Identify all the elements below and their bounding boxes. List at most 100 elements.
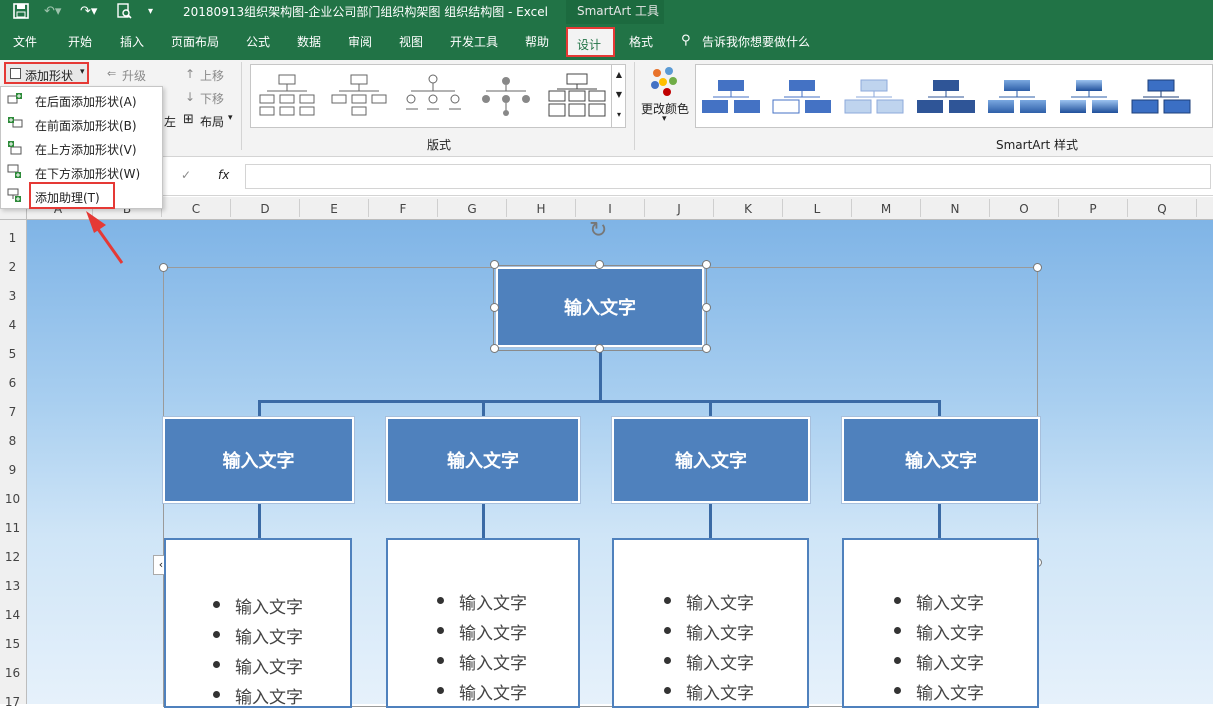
bullet-item[interactable]: 输入文字 xyxy=(437,679,527,704)
gallery-scroll[interactable]: ▲ ▼ ▾ xyxy=(611,65,626,127)
style-thumb-intense[interactable] xyxy=(986,79,1048,115)
bullet-item[interactable]: 输入文字 xyxy=(213,683,303,708)
move-up-button[interactable]: 上移 xyxy=(200,67,224,84)
bullet-item[interactable]: 输入文字 xyxy=(894,589,984,614)
top-node[interactable]: 输入文字 xyxy=(496,267,704,347)
resize-handle[interactable] xyxy=(490,260,499,269)
bullet-item[interactable]: 输入文字 xyxy=(437,649,527,674)
style-thumb-simple[interactable] xyxy=(700,79,762,115)
level2-node[interactable]: 输入文字 xyxy=(612,417,810,503)
style-thumb-cartoon[interactable] xyxy=(1130,79,1192,115)
bullet-item[interactable]: 输入文字 xyxy=(213,593,303,618)
menu-item-add-below[interactable]: 在下方添加形状(W) xyxy=(1,160,162,184)
column-header[interactable]: N xyxy=(945,202,965,216)
menu-item-add-after[interactable]: 在后面添加形状(A) xyxy=(1,88,162,112)
customize-qat-icon[interactable]: ▾ xyxy=(148,3,153,21)
confirm-icon[interactable]: ✓ xyxy=(181,168,191,182)
tab-review[interactable]: 审阅 xyxy=(348,35,372,49)
formula-input[interactable] xyxy=(245,164,1211,189)
column-header[interactable]: M xyxy=(876,202,896,216)
level2-node[interactable]: 输入文字 xyxy=(163,417,354,503)
bullet-item[interactable]: 输入文字 xyxy=(664,649,754,674)
row-header[interactable]: 10 xyxy=(0,492,25,506)
row-header[interactable]: 15 xyxy=(0,637,25,651)
row-header[interactable]: 14 xyxy=(0,608,25,622)
column-header[interactable]: D xyxy=(255,202,275,216)
tab-file[interactable]: 文件 xyxy=(13,35,37,49)
column-header[interactable]: C xyxy=(186,202,206,216)
row-header[interactable]: 4 xyxy=(0,318,25,332)
row-header[interactable]: 12 xyxy=(0,550,25,564)
row-header[interactable]: 5 xyxy=(0,347,25,361)
tab-format[interactable]: 格式 xyxy=(629,35,653,49)
bullet-item[interactable]: 输入文字 xyxy=(437,619,527,644)
resize-handle[interactable] xyxy=(490,303,499,312)
bullet-box[interactable]: 输入文字 输入文字 输入文字 输入文字 xyxy=(612,538,809,708)
layout-thumb-labeled-hierarchy[interactable] xyxy=(547,73,607,119)
column-header[interactable]: F xyxy=(393,202,413,216)
level2-node[interactable]: 输入文字 xyxy=(386,417,580,503)
layout-thumb-circle-picture[interactable] xyxy=(403,73,463,119)
bullet-item[interactable]: 输入文字 xyxy=(213,623,303,648)
style-thumb-white-outline[interactable] xyxy=(771,79,833,115)
menu-item-add-above[interactable]: 在上方添加形状(V) xyxy=(1,136,162,160)
column-header[interactable]: L xyxy=(807,202,827,216)
tab-design[interactable]: 设计 xyxy=(566,27,615,57)
tab-insert[interactable]: 插入 xyxy=(120,35,144,49)
bullet-item[interactable]: 输入文字 xyxy=(213,653,303,678)
bullet-item[interactable]: 输入文字 xyxy=(664,589,754,614)
layout-button[interactable]: 布局 xyxy=(200,113,224,130)
tab-help[interactable]: 帮助 xyxy=(525,35,549,49)
column-header[interactable]: E xyxy=(324,202,344,216)
tab-developer[interactable]: 开发工具 xyxy=(450,35,498,49)
undo-icon[interactable]: ↶▾ xyxy=(44,3,61,21)
column-header[interactable]: O xyxy=(1014,202,1034,216)
fx-icon[interactable]: fx xyxy=(218,168,229,182)
add-shape-button[interactable]: 添加形状 ▾ xyxy=(4,62,89,84)
resize-handle[interactable] xyxy=(702,260,711,269)
row-header[interactable]: 16 xyxy=(0,666,25,680)
layout-thumb-name-title[interactable] xyxy=(329,73,389,119)
bullet-box[interactable]: 输入文字 输入文字 输入文字 输入文字 xyxy=(386,538,580,708)
column-header[interactable]: I xyxy=(600,202,620,216)
tab-formulas[interactable]: 公式 xyxy=(246,35,270,49)
bullet-item[interactable]: 输入文字 xyxy=(437,589,527,614)
resize-handle[interactable] xyxy=(1033,263,1042,272)
column-header[interactable]: H xyxy=(531,202,551,216)
resize-handle[interactable] xyxy=(595,344,604,353)
row-header[interactable]: 2 xyxy=(0,260,25,274)
bullet-item[interactable]: 输入文字 xyxy=(894,619,984,644)
layout-thumb-org-chart[interactable] xyxy=(257,73,317,119)
column-header[interactable]: J xyxy=(669,202,689,216)
right-to-left-button[interactable]: 左 xyxy=(164,113,176,130)
bullet-item[interactable]: 输入文字 xyxy=(664,619,754,644)
row-header[interactable]: 9 xyxy=(0,463,25,477)
resize-handle[interactable] xyxy=(702,344,711,353)
rotate-handle-icon[interactable]: ↻ xyxy=(589,220,607,242)
promote-button[interactable]: 升级 xyxy=(122,67,146,84)
level2-node[interactable]: 输入文字 xyxy=(842,417,1040,503)
menu-item-add-before[interactable]: 在前面添加形状(B) xyxy=(1,112,162,136)
resize-handle[interactable] xyxy=(702,303,711,312)
resize-handle[interactable] xyxy=(490,344,499,353)
style-thumb-3d[interactable] xyxy=(1058,79,1120,115)
move-down-button[interactable]: 下移 xyxy=(200,90,224,107)
tab-home[interactable]: 开始 xyxy=(68,35,92,49)
style-thumb-subtle[interactable] xyxy=(843,79,905,115)
redo-icon[interactable]: ↷▾ xyxy=(80,3,97,21)
row-header[interactable]: 17 xyxy=(0,695,25,709)
bullet-item[interactable]: 输入文字 xyxy=(894,649,984,674)
tab-page-layout[interactable]: 页面布局 xyxy=(171,35,219,49)
row-header[interactable]: 6 xyxy=(0,376,25,390)
row-header[interactable]: 7 xyxy=(0,405,25,419)
print-preview-icon[interactable] xyxy=(116,3,132,25)
bullet-item[interactable]: 输入文字 xyxy=(664,679,754,704)
bullet-box[interactable]: 输入文字 输入文字 输入文字 输入文字 xyxy=(842,538,1039,708)
save-icon[interactable] xyxy=(13,3,29,25)
column-header[interactable]: P xyxy=(1083,202,1103,216)
column-header[interactable]: K xyxy=(738,202,758,216)
tab-view[interactable]: 视图 xyxy=(399,35,423,49)
change-colors-button[interactable]: 更改颜色 ▾ xyxy=(640,64,690,124)
bullet-box[interactable]: 输入文字 输入文字 输入文字 输入文字 xyxy=(164,538,352,708)
style-thumb-moderate[interactable] xyxy=(915,79,977,115)
